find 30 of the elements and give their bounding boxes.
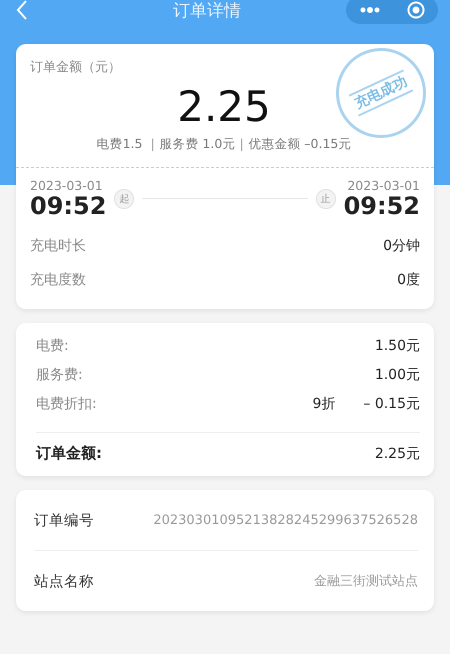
info-value: 20230301095213828245299637526528	[153, 512, 418, 528]
order-amount: 2.25	[177, 84, 271, 130]
total-value: 2.25元	[374, 444, 420, 462]
row-value: 0分钟	[383, 237, 420, 255]
discount-rate: 9折	[312, 394, 336, 412]
fee-label: 服务费:	[36, 366, 83, 384]
total-label: 订单金额:	[36, 444, 102, 463]
capsule-menu[interactable]	[346, 0, 438, 24]
fee-label: 电费折扣:	[36, 394, 97, 412]
end-date: 2023-03-01	[347, 178, 420, 193]
end-time: 09:52	[344, 193, 420, 219]
end-tag: 止	[316, 188, 336, 208]
fee-label: 电费:	[36, 336, 69, 354]
row-value: 0度	[397, 271, 420, 289]
amount-label: 订单金额（元）	[30, 59, 122, 76]
info-label: 站点名称	[34, 572, 94, 590]
info-label: 订单编号	[34, 512, 94, 530]
start-date: 2023-03-01	[30, 178, 103, 193]
info-value: 金融三街测试站点	[314, 573, 418, 590]
start-time: 09:52	[30, 193, 106, 219]
more-icon[interactable]	[359, 6, 381, 14]
fee-value: 1.00元	[374, 366, 420, 384]
fee-value: – 0.15元	[363, 394, 420, 412]
fee-value: 1.50元	[374, 336, 420, 354]
page-title: 订单详情	[173, 0, 241, 22]
start-tag: 起	[114, 188, 134, 208]
back-icon[interactable]	[16, 0, 28, 20]
row-label: 充电时长	[30, 237, 86, 255]
amount-breakdown: 电费1.5 ｜服务费 1.0元｜优惠金额 –0.15元	[96, 136, 352, 153]
row-label: 充电度数	[30, 271, 86, 289]
